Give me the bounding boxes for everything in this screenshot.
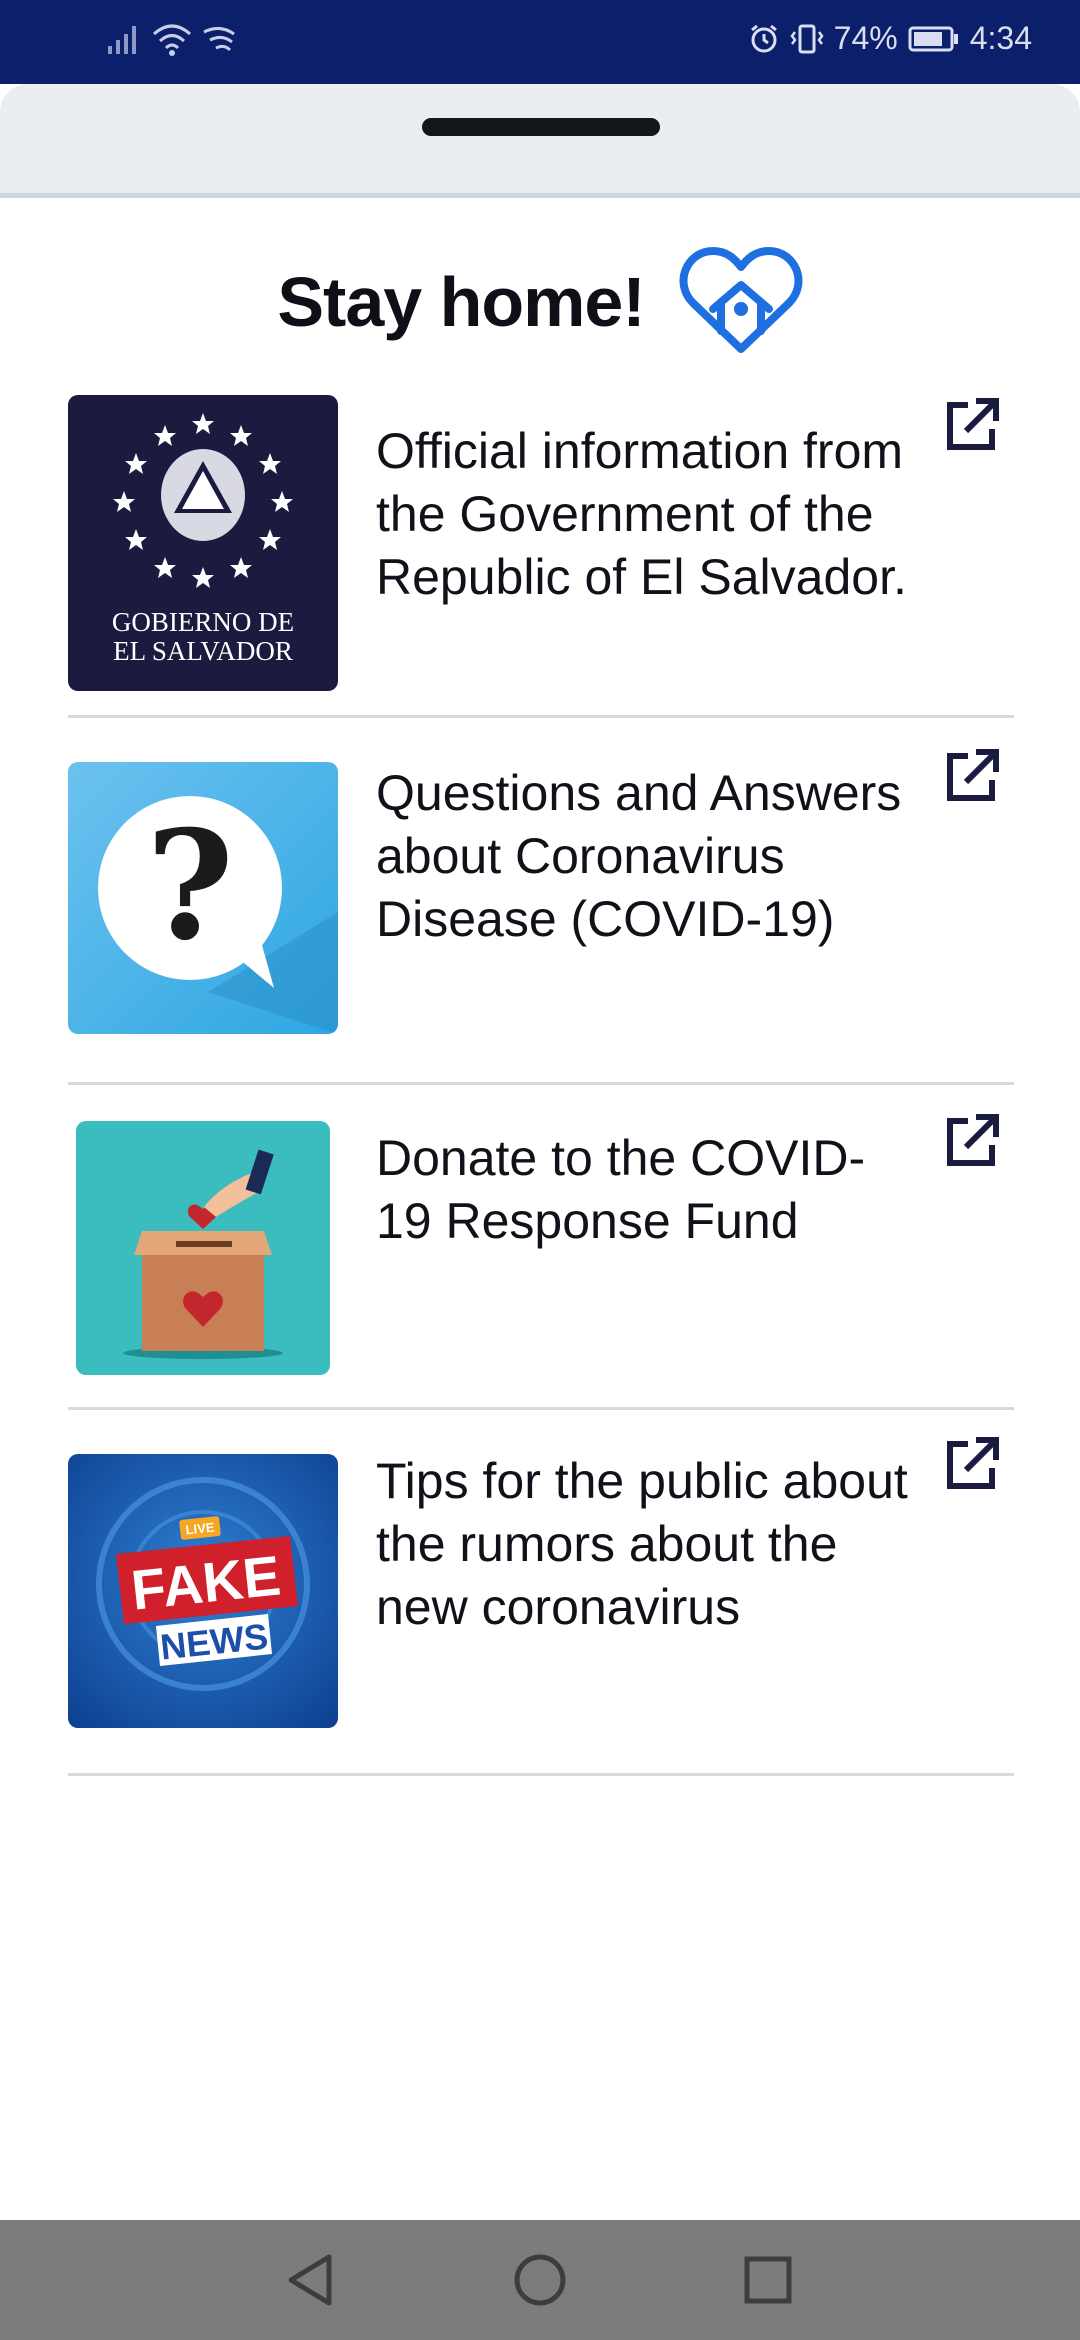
signal-icon (108, 24, 142, 54)
title-row: Stay home! (0, 242, 1080, 362)
item-label: Questions and Answers about Coronavirus … (376, 765, 902, 947)
list-item-rumors[interactable]: LIVE FAKE NEWS Tips for the public about… (68, 1410, 1014, 1776)
external-link-icon[interactable] (942, 1434, 1002, 1494)
alarm-icon (748, 23, 780, 55)
external-link-icon[interactable] (942, 1111, 1002, 1171)
home-icon[interactable] (480, 2220, 600, 2340)
live-badge: LIVE (185, 1519, 216, 1537)
vibrate-icon (790, 23, 824, 55)
external-link-icon[interactable] (942, 746, 1002, 806)
status-left (108, 22, 236, 56)
clock-time: 4:34 (969, 20, 1032, 56)
battery-percent: 74% (833, 20, 898, 56)
list-item-donate[interactable]: Donate to the COVID-19 Response Fund (68, 1085, 1014, 1410)
system-nav-bar (0, 2220, 1080, 2340)
svg-text:?: ? (146, 798, 234, 974)
page-title: Stay home! (277, 263, 645, 341)
link-list: GOBIERNO DE EL SALVADOR Official informa… (68, 368, 1014, 1776)
list-item-government[interactable]: GOBIERNO DE EL SALVADOR Official informa… (68, 368, 1014, 718)
list-item-questions[interactable]: ? Questions and Answers about Coronaviru… (68, 718, 1014, 1085)
news-word: NEWS (158, 1615, 270, 1667)
battery-icon (908, 25, 960, 53)
question-bubble-icon: ? (68, 762, 338, 1034)
content-area: Stay home! GOBIERNO DE EL SALVADOR Offic… (0, 198, 1080, 2220)
external-link-icon[interactable] (942, 395, 1002, 455)
government-seal-icon: GOBIERNO DE EL SALVADOR (68, 395, 338, 691)
sheet-header[interactable] (0, 84, 1080, 198)
item-label: Official information from the Government… (376, 423, 907, 605)
drag-handle[interactable] (422, 118, 660, 136)
seal-caption-line2: EL SALVADOR (113, 636, 293, 666)
donation-box-icon (76, 1121, 330, 1375)
data-icon (202, 24, 236, 54)
recents-icon[interactable] (708, 2220, 828, 2340)
wifi-icon (150, 22, 194, 56)
item-label: Tips for the public about the rumors abo… (376, 1453, 908, 1635)
status-right: 74% 4:34 (748, 20, 1032, 57)
status-bar: 74% 4:34 (0, 0, 1080, 84)
item-label: Donate to the COVID-19 Response Fund (376, 1130, 866, 1249)
fake-news-icon: LIVE FAKE NEWS (68, 1454, 338, 1728)
back-icon[interactable] (250, 2220, 370, 2340)
seal-caption-line1: GOBIERNO DE (112, 607, 294, 637)
heart-home-icon (679, 245, 803, 360)
